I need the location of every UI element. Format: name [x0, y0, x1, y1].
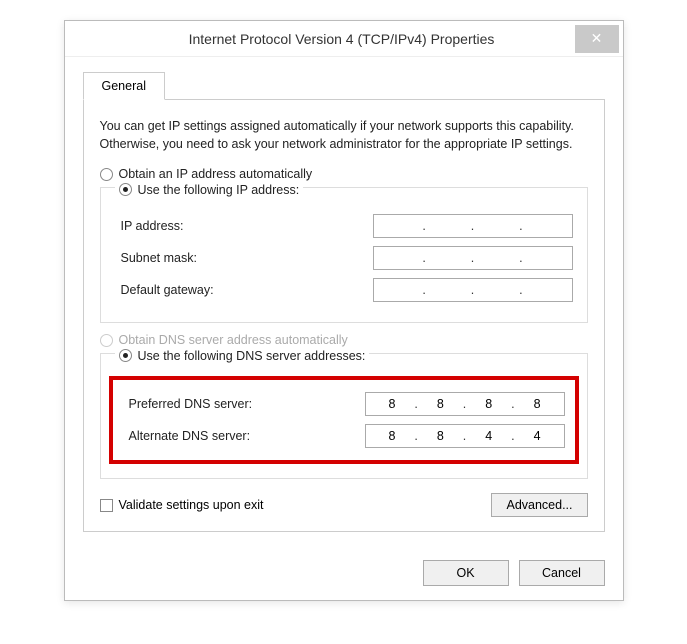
ip-auto-label: Obtain an IP address automatically [119, 167, 313, 181]
ip-address-row: IP address: . . . [115, 214, 573, 238]
dns-manual-group: Use the following DNS server addresses: … [100, 353, 588, 479]
ip-dot: . [469, 251, 476, 265]
default-gateway-octet-2[interactable] [428, 282, 469, 298]
dns-manual-radio[interactable]: Use the following DNS server addresses: [115, 349, 370, 363]
dns-manual-label: Use the following DNS server addresses: [138, 349, 366, 363]
ip-address-octet-3[interactable] [476, 218, 517, 234]
dns-auto-radio: Obtain DNS server address automatically [100, 333, 588, 347]
ip-dot: . [509, 397, 516, 411]
alternate-dns-octet-3[interactable] [468, 428, 509, 444]
alternate-dns-label: Alternate DNS server: [123, 429, 365, 443]
radio-icon [100, 168, 113, 181]
advanced-button[interactable]: Advanced... [491, 493, 587, 517]
close-button[interactable]: ✕ [575, 25, 619, 53]
ip-dot: . [420, 251, 427, 265]
preferred-dns-octet-2[interactable] [420, 396, 461, 412]
ip-dot: . [469, 283, 476, 297]
titlebar: Internet Protocol Version 4 (TCP/IPv4) P… [65, 21, 623, 57]
ip-dot: . [517, 251, 524, 265]
dns-auto-label: Obtain DNS server address automatically [119, 333, 348, 347]
ip-dot: . [412, 397, 419, 411]
alternate-dns-row: Alternate DNS server: . . . [123, 424, 565, 448]
preferred-dns-octet-3[interactable] [468, 396, 509, 412]
tab-general[interactable]: General [83, 72, 165, 100]
close-icon: ✕ [591, 30, 603, 47]
ip-address-octet-1[interactable] [380, 218, 421, 234]
alternate-dns-octet-1[interactable] [372, 428, 413, 444]
ip-address-octet-2[interactable] [428, 218, 469, 234]
subnet-mask-row: Subnet mask: . . . [115, 246, 573, 270]
alternate-dns-input[interactable]: . . . [365, 424, 565, 448]
tab-strip: General [83, 71, 605, 100]
ip-dot: . [461, 429, 468, 443]
subnet-mask-octet-1[interactable] [380, 250, 421, 266]
ip-dot: . [412, 429, 419, 443]
subnet-mask-octet-3[interactable] [476, 250, 517, 266]
ip-manual-group: Use the following IP address: IP address… [100, 187, 588, 323]
general-panel: You can get IP settings assigned automat… [83, 100, 605, 532]
validate-checkbox-row[interactable]: Validate settings upon exit [100, 498, 492, 512]
subnet-mask-octet-2[interactable] [428, 250, 469, 266]
preferred-dns-octet-1[interactable] [372, 396, 413, 412]
ip-auto-radio[interactable]: Obtain an IP address automatically [100, 167, 588, 181]
preferred-dns-input[interactable]: . . . [365, 392, 565, 416]
ip-manual-label: Use the following IP address: [138, 183, 300, 197]
ip-dot: . [517, 219, 524, 233]
ok-button[interactable]: OK [423, 560, 509, 586]
ip-address-label: IP address: [115, 219, 373, 233]
preferred-dns-label: Preferred DNS server: [123, 397, 365, 411]
alternate-dns-octet-2[interactable] [420, 428, 461, 444]
ip-dot: . [509, 429, 516, 443]
preferred-dns-row: Preferred DNS server: . . . [123, 392, 565, 416]
subnet-mask-octet-4[interactable] [525, 250, 566, 266]
subnet-mask-label: Subnet mask: [115, 251, 373, 265]
radio-icon [100, 334, 113, 347]
default-gateway-octet-1[interactable] [380, 282, 421, 298]
ip-address-input[interactable]: . . . [373, 214, 573, 238]
content-area: General You can get IP settings assigned… [65, 57, 623, 548]
default-gateway-octet-3[interactable] [476, 282, 517, 298]
radio-icon [119, 349, 132, 362]
ip-manual-radio[interactable]: Use the following IP address: [115, 183, 304, 197]
preferred-dns-octet-4[interactable] [517, 396, 558, 412]
dialog-buttons: OK Cancel [65, 548, 623, 600]
ip-dot: . [517, 283, 524, 297]
checkbox-icon [100, 499, 113, 512]
radio-icon [119, 183, 132, 196]
subnet-mask-input[interactable]: . . . [373, 246, 573, 270]
validate-label: Validate settings upon exit [119, 498, 264, 512]
ip-dot: . [469, 219, 476, 233]
alternate-dns-octet-4[interactable] [517, 428, 558, 444]
default-gateway-octet-4[interactable] [525, 282, 566, 298]
info-text: You can get IP settings assigned automat… [100, 118, 588, 153]
default-gateway-label: Default gateway: [115, 283, 373, 297]
default-gateway-input[interactable]: . . . [373, 278, 573, 302]
ip-dot: . [420, 219, 427, 233]
ip-dot: . [420, 283, 427, 297]
default-gateway-row: Default gateway: . . . [115, 278, 573, 302]
highlight-box: Preferred DNS server: . . . Alternate [109, 376, 579, 464]
ip-dot: . [461, 397, 468, 411]
cancel-button[interactable]: Cancel [519, 560, 605, 586]
ip-address-octet-4[interactable] [525, 218, 566, 234]
bottom-row: Validate settings upon exit Advanced... [100, 493, 588, 517]
ipv4-properties-dialog: Internet Protocol Version 4 (TCP/IPv4) P… [64, 20, 624, 601]
window-title: Internet Protocol Version 4 (TCP/IPv4) P… [65, 31, 575, 47]
